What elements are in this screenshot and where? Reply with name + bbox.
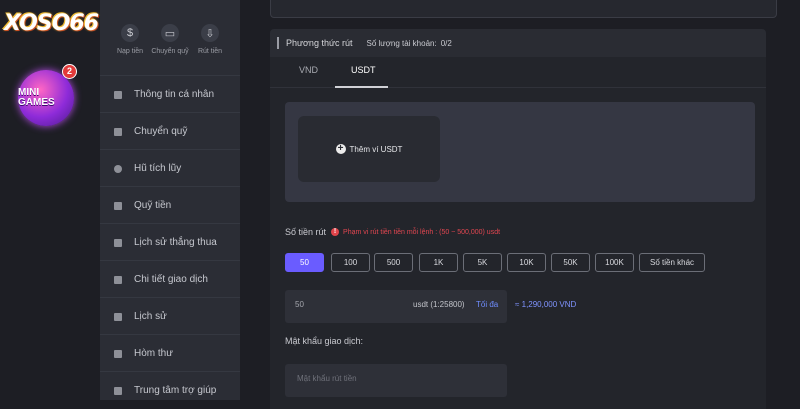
quick-transfer[interactable]: ▭ Chuyển quỹ — [150, 24, 190, 55]
password-input[interactable] — [295, 373, 499, 384]
chip-5k[interactable]: 5K — [463, 253, 502, 272]
amount-label: Số tiền rút — [285, 227, 327, 237]
main-content: Phương thức rút Số lượng tài khoản: 0/2 … — [240, 0, 800, 409]
menu-item-fund[interactable]: Quỹ tiền — [100, 186, 240, 224]
menu-item-jar[interactable]: Hũ tích lũy — [100, 149, 240, 187]
amount-value: 50 — [295, 300, 304, 309]
wallet-icon: ▭ — [161, 24, 179, 42]
quick-withdraw[interactable]: ⇩ Rút tiền — [190, 24, 230, 55]
logo-text: XOSO66 — [4, 10, 99, 36]
menu-item-label: Lịch sử — [134, 311, 167, 322]
account-count-label: Số lượng tài khoản: — [366, 38, 437, 48]
menu-item-win-history[interactable]: Lịch sử thắng thua — [100, 223, 240, 261]
currency-tabs: VND USDT — [270, 57, 766, 88]
top-card — [270, 0, 777, 18]
panel-title: Phương thức rút — [286, 38, 353, 48]
tab-vnd[interactable]: VND — [299, 65, 318, 75]
menu-item-label: Chuyển quỹ — [134, 126, 188, 137]
amount-row: Số tiền rút ! Phạm vi rút tiền tiền mỗi … — [285, 227, 500, 237]
mini-games-label: MINI GAMES — [18, 87, 55, 108]
amount-unit: usdt (1:25800) — [413, 300, 465, 309]
password-label: Mật khẩu giao dịch: — [285, 336, 364, 346]
history-icon — [114, 312, 122, 321]
transaction-icon — [114, 275, 122, 284]
active-tab-indicator — [335, 86, 388, 88]
withdraw-icon: ⇩ — [201, 24, 219, 42]
menu-item-label: Quỹ tiền — [134, 200, 172, 211]
site-logo[interactable]: XOSO66 — [4, 6, 124, 40]
history-win-icon — [114, 238, 122, 247]
password-field[interactable] — [285, 364, 507, 397]
withdraw-body: VND USDT + Thêm ví USDT Số tiền rút ! Ph… — [270, 57, 766, 409]
menu-item-label: Chi tiết giao dịch — [134, 274, 208, 285]
chip-1k[interactable]: 1K — [419, 253, 458, 272]
account-sidebar: $ Nạp tiền ▭ Chuyển quỹ ⇩ Rút tiền Thông… — [100, 0, 240, 400]
quick-withdraw-label: Rút tiền — [197, 48, 223, 55]
menu-item-help[interactable]: Trung tâm trợ giúp — [100, 371, 240, 409]
header-accent-bar — [277, 37, 279, 49]
range-warning: Phạm vi rút tiền tiền mỗi lệnh : (50 ~ 5… — [343, 228, 501, 236]
wallet-area: + Thêm ví USDT — [285, 102, 755, 202]
chip-50k[interactable]: 50K — [551, 253, 590, 272]
withdraw-panel: Phương thức rút Số lượng tài khoản: 0/2 … — [270, 29, 766, 409]
mail-icon — [114, 349, 122, 358]
add-wallet-label: Thêm ví USDT — [349, 144, 403, 154]
menu-item-label: Hũ tích lũy — [134, 163, 182, 174]
fund-icon — [114, 201, 122, 210]
chip-50[interactable]: 50 — [285, 253, 324, 272]
max-amount-button[interactable]: Tối đa — [476, 300, 498, 309]
panel-header: Phương thức rút Số lượng tài khoản: 0/2 — [270, 29, 766, 58]
chip-100k[interactable]: 100K — [595, 253, 634, 272]
help-icon — [114, 386, 122, 395]
chip-10k[interactable]: 10K — [507, 253, 546, 272]
add-usdt-wallet-button[interactable]: + Thêm ví USDT — [298, 116, 440, 182]
menu-item-history[interactable]: Lịch sử — [100, 297, 240, 335]
chip-100[interactable]: 100 — [331, 253, 370, 272]
menu-item-transfer[interactable]: Chuyển quỹ — [100, 112, 240, 150]
menu-item-label: Hòm thư — [134, 348, 173, 359]
user-icon — [114, 90, 122, 99]
chip-500[interactable]: 500 — [374, 253, 413, 272]
amount-input[interactable]: 50 usdt (1:25800) Tối đa — [285, 290, 507, 323]
brand-column: XOSO66 MINI GAMES 2 — [0, 0, 100, 400]
tab-usdt[interactable]: USDT — [351, 65, 376, 75]
jar-icon — [114, 164, 122, 173]
menu-item-mailbox[interactable]: Hòm thư — [100, 334, 240, 372]
chip-other-amount[interactable]: Số tiền khác — [639, 253, 705, 272]
menu-item-profile[interactable]: Thông tin cá nhân — [100, 75, 240, 113]
menu-item-label: Lịch sử thắng thua — [134, 237, 217, 248]
converted-amount: ≈ 1,290,000 VND — [515, 300, 577, 309]
menu-item-transactions[interactable]: Chi tiết giao dịch — [100, 260, 240, 298]
account-count: 0/2 — [440, 38, 452, 48]
quick-deposit-label: Nạp tiền — [116, 48, 144, 55]
transfer-icon — [114, 127, 122, 136]
menu-item-label: Thông tin cá nhân — [134, 89, 215, 100]
notification-badge: 2 — [62, 64, 77, 79]
menu-item-label: Trung tâm trợ giúp — [134, 385, 217, 396]
warning-icon: ! — [331, 228, 340, 236]
quick-transfer-label: Chuyển quỹ — [151, 48, 189, 55]
plus-icon: + — [335, 144, 346, 154]
